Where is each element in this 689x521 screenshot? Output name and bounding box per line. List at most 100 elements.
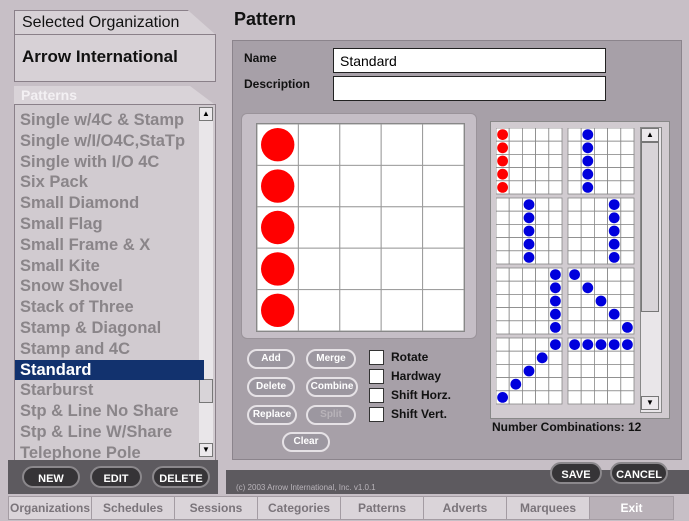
tab-sessions[interactable]: Sessions	[174, 496, 258, 520]
pattern-cell[interactable]	[380, 289, 424, 331]
combo-cell	[548, 180, 563, 195]
pattern-list[interactable]: ▲ ▼ Single w/4C & Stamp Single w/I/O4C,St…	[14, 104, 216, 461]
combo-scroll-down-icon[interactable]: ▼	[641, 396, 659, 410]
list-item[interactable]: Stp & Line No Share	[15, 401, 204, 421]
tab-exit[interactable]: Exit	[589, 496, 674, 520]
tab-organizations[interactable]: Organizations	[8, 496, 92, 520]
delete-button[interactable]: Delete	[247, 377, 295, 397]
combo-dot	[497, 392, 508, 403]
pattern-cell[interactable]	[297, 164, 341, 208]
pattern-cell[interactable]	[380, 164, 424, 208]
pattern-cell[interactable]	[380, 247, 424, 291]
split-button[interactable]: Split	[306, 405, 356, 425]
list-item[interactable]: Snow Shovel	[15, 276, 204, 296]
combo-cell	[521, 167, 536, 182]
pattern-cell[interactable]	[422, 164, 464, 208]
new-button[interactable]: NEW	[22, 466, 80, 488]
list-item[interactable]: Small Diamond	[15, 193, 204, 213]
list-item[interactable]: Single w/4C & Stamp	[15, 110, 204, 130]
list-item[interactable]: Small Frame & X	[15, 235, 204, 255]
list-item[interactable]: Stp & Line W/Share	[15, 422, 204, 442]
combo-dot	[550, 339, 561, 350]
list-item[interactable]: Small Flag	[15, 214, 204, 234]
selected-organization-tab: Selected Organization	[14, 10, 216, 35]
pattern-cell[interactable]	[339, 164, 382, 208]
replace-button[interactable]: Replace	[247, 405, 297, 425]
combo-cell	[496, 267, 510, 282]
copyright-text: (c) 2003 Arrow International, Inc. v1.0.…	[236, 483, 376, 492]
combo-cell	[535, 237, 550, 252]
delete-pattern-button[interactable]: DELETE	[152, 466, 210, 488]
list-item[interactable]: Small Kite	[15, 256, 204, 276]
combo-cell	[580, 377, 595, 392]
pattern-cell[interactable]	[339, 247, 382, 291]
list-item[interactable]: Single with I/O 4C	[15, 152, 204, 172]
combo-cell	[535, 250, 550, 265]
pattern-cell[interactable]	[422, 206, 464, 249]
description-field[interactable]	[333, 76, 606, 101]
combo-cell	[508, 307, 523, 322]
combo-cell	[496, 363, 510, 378]
combo-cell	[496, 237, 510, 252]
combo-cell	[535, 224, 550, 239]
pattern-cell[interactable]	[380, 206, 424, 249]
tab-categories[interactable]: Categories	[257, 496, 341, 520]
combo-dot	[523, 212, 535, 224]
pattern-cell[interactable]	[339, 289, 382, 331]
tab-schedules[interactable]: Schedules	[91, 496, 175, 520]
rotate-label: Rotate	[391, 350, 429, 364]
pattern-cell[interactable]	[422, 289, 464, 331]
combo-cell	[508, 128, 523, 142]
combo-scroll-up-icon[interactable]: ▲	[641, 128, 659, 142]
merge-button[interactable]: Merge	[306, 349, 356, 369]
tab-adverts[interactable]: Adverts	[423, 496, 507, 520]
add-button[interactable]: Add	[247, 349, 295, 369]
hardway-checkbox[interactable]	[369, 369, 384, 384]
combo-cell	[508, 224, 523, 239]
combo-scroll-thumb[interactable]	[641, 142, 659, 312]
shift-horz-checkbox[interactable]	[369, 388, 384, 403]
pattern-dot	[261, 210, 295, 245]
edit-button[interactable]: EDIT	[90, 466, 142, 488]
rotate-checkbox[interactable]	[369, 350, 384, 365]
list-item[interactable]: Telephone Pole	[15, 443, 204, 460]
shift-vert-checkbox[interactable]	[369, 407, 384, 422]
combo-cell	[521, 153, 536, 168]
combo-cell	[548, 350, 563, 365]
list-item[interactable]: Six Pack	[15, 172, 204, 192]
combo-cell	[567, 237, 582, 252]
organization-name: Arrow International	[22, 47, 178, 66]
pattern-grid[interactable]	[256, 123, 465, 332]
combo-cell	[580, 350, 595, 365]
pattern-cell[interactable]	[380, 124, 424, 166]
clear-button[interactable]: Clear	[282, 432, 330, 452]
name-field[interactable]: Standard	[333, 48, 606, 73]
combinations-scrollbar[interactable]: ▲ ▼	[640, 127, 662, 413]
pattern-cell[interactable]	[422, 124, 464, 166]
pattern-cell[interactable]	[297, 124, 341, 166]
list-item[interactable]: Starburst	[15, 380, 204, 400]
combine-button[interactable]: Combine	[306, 377, 358, 397]
combo-dot	[550, 295, 561, 307]
combo-cell	[607, 363, 622, 378]
tab-marquees[interactable]: Marquees	[506, 496, 590, 520]
pattern-cell[interactable]	[297, 247, 341, 291]
list-item[interactable]: Stamp and 4C	[15, 339, 204, 359]
combo-cell	[521, 307, 536, 322]
save-button[interactable]: SAVE	[550, 462, 602, 484]
combo-cell	[620, 350, 635, 365]
cancel-button[interactable]: CANCEL	[610, 462, 668, 484]
pattern-cell[interactable]	[422, 247, 464, 291]
combo-cell	[594, 307, 609, 322]
pattern-cell[interactable]	[339, 124, 382, 166]
list-item[interactable]: Stamp & Diagonal	[15, 318, 204, 338]
tab-patterns[interactable]: Patterns	[340, 496, 424, 520]
pattern-cell[interactable]	[339, 206, 382, 249]
combo-cell	[535, 377, 550, 392]
list-item[interactable]: Single w/I/O4C,StaTp	[15, 131, 204, 151]
pattern-cell[interactable]	[297, 289, 341, 331]
pattern-cell[interactable]	[297, 206, 341, 249]
list-item[interactable]: Stack of Three	[15, 297, 204, 317]
list-item[interactable]: Standard	[15, 359, 204, 380]
combo-cell	[508, 140, 523, 155]
